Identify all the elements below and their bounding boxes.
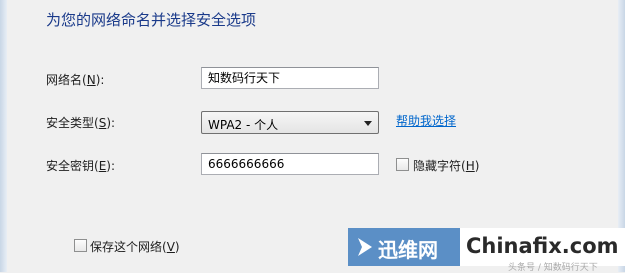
security-type-value: WPA2 - 个人	[208, 118, 279, 132]
watermark-brand: 迅维网	[378, 238, 438, 262]
save-network-checkbox[interactable]	[74, 239, 87, 252]
watermark-caption: 头条号 / 知数码行天下	[508, 263, 598, 273]
watermark-site: Chinafix.com	[466, 234, 619, 258]
security-type-label: 安全类型(S):	[46, 116, 116, 130]
chevron-down-icon	[364, 121, 372, 126]
save-network-label[interactable]: 保存这个网络(V)	[90, 238, 180, 255]
arrow-logo-icon	[358, 238, 372, 256]
security-type-select[interactable]: WPA2 - 个人	[201, 111, 379, 134]
security-key-input[interactable]: 6666666666	[201, 153, 379, 175]
page-heading: 为您的网络命名并选择安全选项	[46, 11, 257, 29]
hide-characters-checkbox[interactable]	[396, 158, 409, 171]
network-name-input[interactable]: 知数码行天下	[201, 67, 379, 89]
watermark-brand-panel: 迅维网	[348, 228, 460, 266]
network-name-label: 网络名(N):	[46, 73, 105, 87]
window-edge-left	[0, 0, 7, 272]
hide-characters-label[interactable]: 隐藏字符(H)	[413, 157, 479, 174]
security-key-label: 安全密钥(E):	[46, 159, 116, 173]
help-me-choose-link[interactable]: 帮助我选择	[396, 112, 456, 129]
